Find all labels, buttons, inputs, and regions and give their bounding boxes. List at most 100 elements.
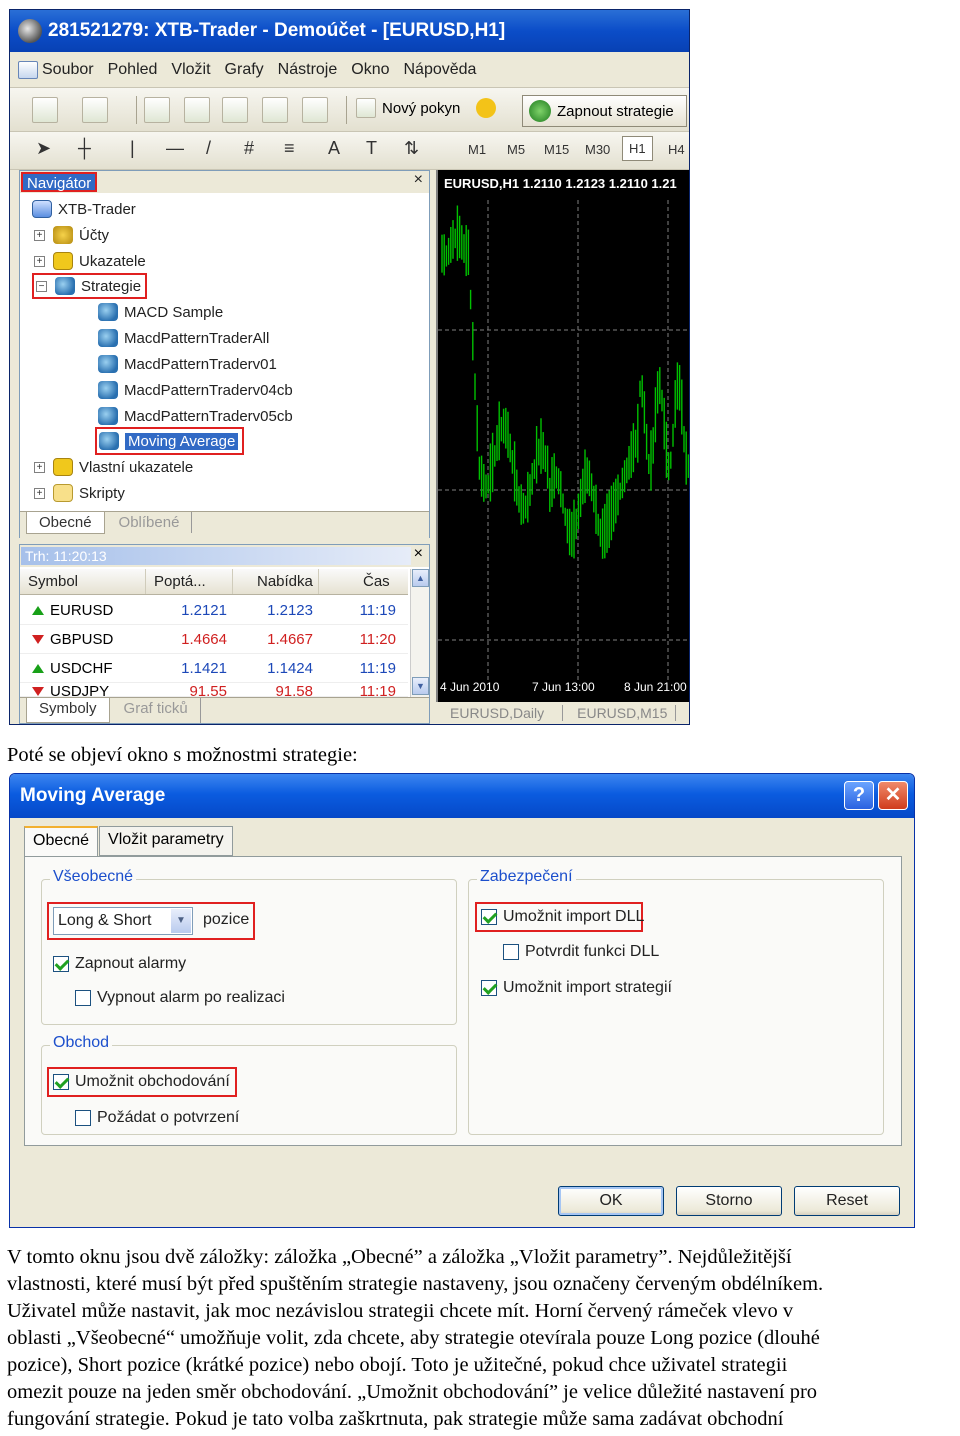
- tab-parameters[interactable]: Vložit parametry: [99, 826, 233, 856]
- tree-strategy-moving-average[interactable]: Moving Average: [95, 427, 245, 455]
- navigator-icon[interactable]: [222, 97, 248, 123]
- reset-button[interactable]: Reset: [794, 1186, 900, 1216]
- menu-view[interactable]: Pohled: [108, 61, 158, 79]
- ask-value: 1.4667: [267, 630, 313, 648]
- fibonacci-icon[interactable]: #: [244, 138, 254, 159]
- enable-strategies-button[interactable]: Zapnout strategie: [522, 95, 687, 127]
- time-value: 11:19: [359, 659, 396, 677]
- arrows-icon[interactable]: ⇅: [404, 138, 419, 159]
- tab-chart[interactable]: EURUSD,M15: [563, 705, 677, 721]
- tester-icon[interactable]: [302, 97, 328, 123]
- cursor-icon[interactable]: ➤: [36, 138, 51, 159]
- paragraph-line: fungování strategie. Pokud je tato volba…: [7, 1408, 784, 1430]
- expand-icon[interactable]: +: [34, 255, 45, 267]
- new-order-icon: [356, 98, 376, 118]
- expand-icon[interactable]: +: [34, 487, 45, 499]
- market-watch-icon[interactable]: [144, 97, 170, 123]
- tree-custom-indicators[interactable]: + Vlastní ukazatele: [34, 455, 193, 479]
- col-bid[interactable]: Poptá...: [146, 569, 233, 594]
- chevron-down-icon[interactable]: ▼: [171, 909, 191, 933]
- ok-button[interactable]: OK: [558, 1186, 664, 1216]
- confirm-dll-checkbox[interactable]: Potvrdit funkci DLL: [503, 943, 659, 961]
- help-button[interactable]: ?: [844, 781, 874, 810]
- scroll-up-icon[interactable]: ▲: [412, 569, 429, 587]
- col-symbol[interactable]: Symbol: [20, 569, 146, 594]
- terminal-icon[interactable]: [262, 97, 288, 123]
- tab-favorites[interactable]: Oblíbené: [107, 512, 193, 533]
- candlestick-plot: [438, 200, 689, 680]
- collapse-icon[interactable]: −: [36, 280, 47, 292]
- tab-general[interactable]: Obecné: [26, 512, 105, 534]
- table-row[interactable]: USDJPY 91.55 91.58 11:19: [20, 683, 408, 697]
- menu-file[interactable]: Soubor: [18, 60, 94, 79]
- data-window-icon[interactable]: [184, 97, 210, 123]
- menu-help[interactable]: Nápověda: [404, 61, 477, 79]
- close-icon[interactable]: ×: [414, 545, 423, 563]
- confirm-trade-checkbox[interactable]: Požádat o potvrzení: [75, 1109, 239, 1127]
- text-icon[interactable]: A: [328, 138, 340, 159]
- toolbar-divider: [346, 96, 347, 124]
- menu-charts[interactable]: Grafy: [225, 61, 264, 79]
- vertical-line-icon[interactable]: |: [130, 138, 135, 159]
- tree-strategy[interactable]: MacdPatternTraderv04cb: [98, 378, 293, 402]
- tree-strategy[interactable]: MACD Sample: [98, 300, 223, 324]
- tab-panel: Všeobecné Obchod Zabezpečení Long & Shor…: [24, 856, 902, 1146]
- allow-dll-checkbox[interactable]: Umožnit import DLL: [481, 908, 644, 926]
- menu-tools[interactable]: Nástroje: [278, 61, 338, 79]
- drawing-toolbar: ➤ ┼ | — / # ≡ A T ⇅ M1 M5 M15 M30 H1 H4: [10, 132, 689, 170]
- tree-indicators[interactable]: + Ukazatele: [34, 249, 146, 273]
- expand-icon[interactable]: +: [34, 229, 45, 241]
- tab-symbols[interactable]: Symboly: [26, 698, 110, 723]
- checkbox-checked-icon: [53, 956, 69, 972]
- close-icon[interactable]: ×: [414, 171, 423, 189]
- tf-m30[interactable]: M30: [585, 142, 610, 157]
- enable-trading-checkbox[interactable]: Umožnit obchodování: [53, 1073, 230, 1091]
- table-row[interactable]: EURUSD 1.2121 1.2123 11:19: [20, 596, 408, 625]
- new-order-button[interactable]: Nový pokyn: [356, 98, 497, 118]
- tab-chart[interactable]: EURUSD,Daily: [450, 705, 564, 721]
- tree-root[interactable]: XTB-Trader: [32, 197, 136, 221]
- price-chart[interactable]: EURUSD,H1 1.2110 1.2123 1.2110 1.21 4 Ju…: [436, 170, 689, 702]
- group-title: Zabezpečení: [477, 868, 576, 886]
- time-value: 11:19: [359, 601, 396, 619]
- tab-tick-chart[interactable]: Graf ticků: [112, 698, 201, 723]
- tree-scripts[interactable]: + Skripty: [34, 481, 125, 505]
- toolbar-divider: [136, 96, 137, 124]
- alerts-checkbox[interactable]: Zapnout alarmy: [53, 955, 186, 973]
- navigator-panel: Navigátor × XTB-Trader + Účty + Ukazatele …: [19, 170, 430, 539]
- tree-strategy[interactable]: MacdPatternTraderv05cb: [98, 404, 293, 428]
- new-chart-icon[interactable]: [32, 97, 58, 123]
- table-row[interactable]: USDCHF 1.1421 1.1424 11:19: [20, 654, 408, 683]
- text-label-icon[interactable]: T: [366, 138, 377, 159]
- strategy-icon: [98, 407, 118, 425]
- tree-strategy[interactable]: MacdPatternTraderv01: [98, 352, 277, 376]
- tf-m5[interactable]: M5: [507, 142, 525, 157]
- cancel-button[interactable]: Storno: [676, 1186, 782, 1216]
- tf-m1[interactable]: M1: [468, 142, 486, 157]
- trendline-icon[interactable]: /: [206, 138, 211, 159]
- col-ask[interactable]: Nabídka: [233, 569, 319, 594]
- vertical-scrollbar[interactable]: ▲ ▼: [410, 569, 429, 697]
- table-row[interactable]: GBPUSD 1.4664 1.4667 11:20: [20, 625, 408, 654]
- tree-strategy[interactable]: MacdPatternTraderAll: [98, 326, 269, 350]
- profiles-icon[interactable]: [82, 97, 108, 123]
- menu-window[interactable]: Okno: [351, 61, 389, 79]
- tab-general[interactable]: Obecné: [24, 826, 99, 858]
- menu-insert[interactable]: Vložit: [171, 61, 210, 79]
- fibo-lines-icon[interactable]: ≡: [284, 138, 295, 159]
- allow-strategy-import-checkbox[interactable]: Umožnit import strategií: [481, 979, 672, 997]
- tree-accounts[interactable]: + Účty: [34, 223, 109, 247]
- close-button[interactable]: ✕: [878, 781, 908, 810]
- tree-strategies[interactable]: − Strategie: [32, 273, 148, 299]
- tf-m15[interactable]: M15: [544, 142, 569, 157]
- disable-alert-checkbox[interactable]: Vypnout alarm po realizaci: [75, 989, 285, 1007]
- col-time[interactable]: Čas: [319, 569, 408, 594]
- scroll-down-icon[interactable]: ▼: [412, 677, 429, 695]
- tf-h4[interactable]: H4: [668, 142, 685, 157]
- market-watch-columns: Symbol Poptá... Nabídka Čas: [20, 569, 408, 595]
- expand-icon[interactable]: +: [34, 461, 45, 473]
- tf-h1[interactable]: H1: [622, 136, 653, 161]
- horizontal-line-icon[interactable]: —: [166, 138, 184, 159]
- strategy-icon: [98, 355, 118, 373]
- crosshair-icon[interactable]: ┼: [78, 138, 91, 159]
